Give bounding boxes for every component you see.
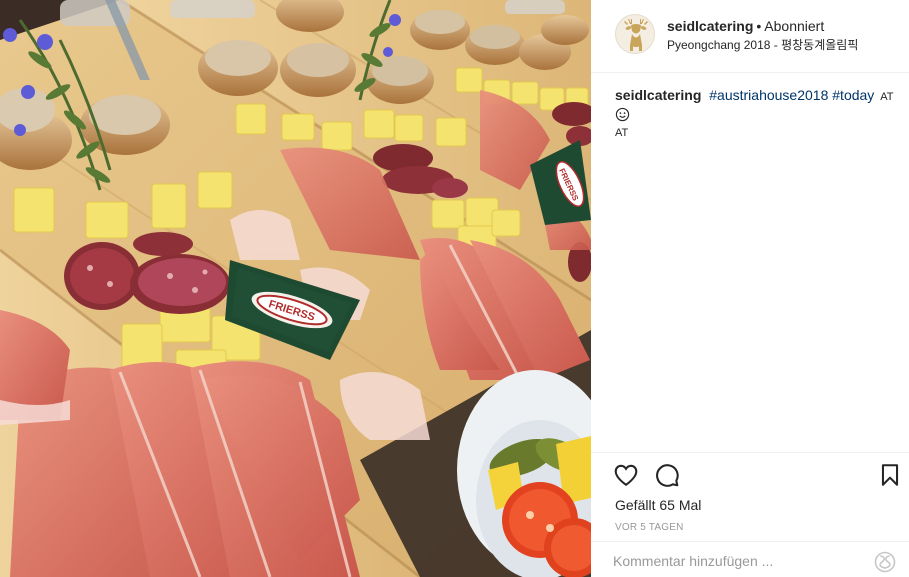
comment-button[interactable]	[654, 462, 680, 488]
caption-suffix: AT	[880, 91, 894, 103]
smile-icon	[615, 107, 630, 122]
comment-form	[591, 541, 909, 577]
deer-logo-icon	[624, 19, 648, 51]
likes-count[interactable]: Gefällt 65 Mal	[615, 496, 701, 514]
food-platter-image: FRIERSS FRIERSS	[0, 0, 591, 577]
save-button[interactable]	[877, 462, 903, 488]
post-caption: seidlcatering #austriahouse2018 #today A…	[615, 86, 905, 141]
post-actions: Gefällt 65 Mal VOR 5 TAGEN	[591, 452, 909, 577]
post-header: seidlcatering • Abonniert Pyeongchang 2018…	[591, 0, 909, 73]
loading-spinner-icon	[874, 551, 896, 573]
caption-second-line: AT	[615, 127, 629, 139]
caption-username-link[interactable]: seidlcatering	[615, 87, 701, 103]
post-timestamp[interactable]: VOR 5 TAGEN	[615, 522, 684, 533]
username-link[interactable]: seidlcatering	[667, 18, 753, 34]
follow-status-button[interactable]: Abonniert	[764, 18, 824, 34]
post-photo[interactable]: FRIERSS FRIERSS	[0, 0, 591, 577]
instagram-post: FRIERSS FRIERSS seidlcatering • Abonnier…	[0, 0, 909, 577]
hashtag-austriahouse2018[interactable]: #austriahouse2018	[709, 87, 828, 103]
header-line: seidlcatering • Abonniert	[667, 17, 903, 35]
header-text: seidlcatering • Abonniert Pyeongchang 2018…	[667, 17, 903, 53]
location-link[interactable]: Pyeongchang 2018 - 평창동계올림픽	[667, 37, 903, 53]
like-button[interactable]	[613, 462, 639, 488]
heart-icon	[614, 464, 638, 486]
caption-line: seidlcatering #austriahouse2018 #today A…	[615, 86, 905, 124]
separator-dot: •	[756, 18, 762, 34]
comment-input[interactable]	[613, 550, 853, 572]
speech-bubble-icon	[656, 464, 679, 487]
bookmark-icon	[881, 464, 899, 486]
avatar[interactable]	[615, 14, 655, 54]
hashtag-today[interactable]: #today	[832, 87, 874, 103]
post-details-panel: seidlcatering • Abonniert Pyeongchang 2018…	[591, 0, 909, 577]
